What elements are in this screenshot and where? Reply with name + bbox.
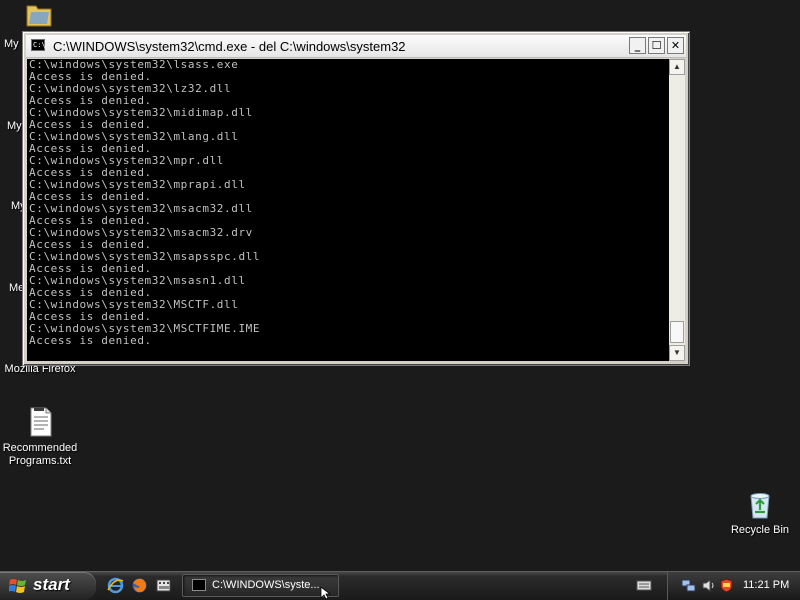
firefox-icon[interactable] (131, 577, 148, 594)
maximize-button[interactable]: ☐ (648, 37, 665, 54)
desktop-icon-recycle-bin[interactable]: Recycle Bin (720, 488, 800, 537)
minimize-button[interactable]: _ (629, 37, 646, 54)
scroll-down-arrow-icon[interactable]: ▼ (669, 345, 685, 361)
system-tray: 11:21 PM (667, 572, 800, 600)
console-lines: C:\windows\system32\lsass.exe Access is d… (27, 59, 260, 347)
taskbar: start C:\WINDOWS\syste... 11:21 PM (0, 571, 800, 600)
clock[interactable]: 11:21 PM (743, 579, 789, 591)
network-icon[interactable] (681, 578, 696, 593)
desktop-icon-label: Recycle Bin (730, 524, 790, 536)
desktop-icon-recommended-programs[interactable]: Recommended Programs.txt (0, 406, 80, 468)
taskbar-button-cmd[interactable]: C:\WINDOWS\syste... (182, 574, 339, 597)
console-output[interactable]: C:\windows\system32\lsass.exe Access is d… (27, 59, 669, 361)
cmd-icon (192, 579, 206, 591)
console-line: Access is denied. (29, 334, 152, 347)
start-button[interactable]: start (0, 572, 96, 600)
start-label: start (33, 575, 70, 594)
scroll-up-arrow-icon[interactable]: ▲ (669, 59, 685, 75)
scrollbar-thumb[interactable] (670, 321, 684, 343)
desktop-partial-label-2[interactable]: My (7, 120, 22, 132)
window-titlebar[interactable]: C:\ C:\WINDOWS\system32\cmd.exe - del C:… (26, 35, 686, 58)
window-title: C:\WINDOWS\system32\cmd.exe - del C:\win… (53, 39, 406, 54)
recycle-bin-icon (750, 493, 770, 519)
desktop-partial-label-1[interactable]: My (4, 38, 19, 50)
keyboard-icon[interactable] (636, 578, 652, 592)
cmd-window[interactable]: C:\ C:\WINDOWS\system32\cmd.exe - del C:… (22, 31, 690, 366)
security-icon[interactable] (719, 578, 734, 593)
vertical-scrollbar[interactable]: ▲ ▼ (669, 59, 685, 361)
desktop-icon-label: Recommended Programs.txt (2, 442, 78, 467)
mouse-cursor-icon (320, 587, 332, 600)
cmd-icon[interactable]: C:\ (31, 39, 46, 51)
ie-icon[interactable] (107, 577, 124, 594)
close-button[interactable]: ✕ (667, 37, 684, 54)
media-icon[interactable] (155, 577, 172, 594)
desktop: My My My Me Mozilla Firefox Recommended … (0, 0, 800, 571)
taskbar-button-label: C:\WINDOWS\syste... (212, 579, 320, 591)
windows-logo-icon (9, 579, 26, 593)
text-file-icon (30, 407, 52, 437)
volume-icon[interactable] (701, 578, 716, 593)
folder-icon[interactable] (25, 0, 53, 28)
